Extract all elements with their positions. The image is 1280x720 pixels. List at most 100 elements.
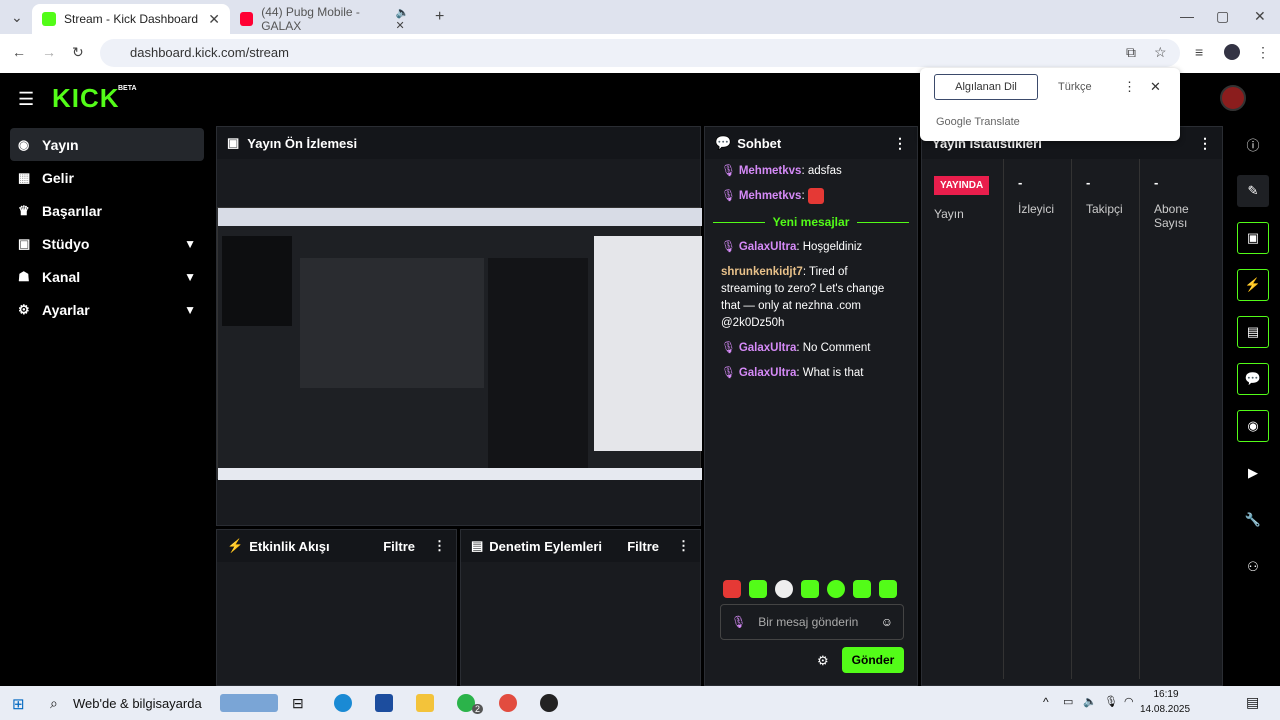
chat-username[interactable]: shrunkenkidjt7 [721, 266, 803, 278]
chat-settings-gear-icon[interactable]: ⚙ [817, 653, 829, 669]
tab-kick-dashboard[interactable]: Stream - Kick Dashboard ✕ [32, 4, 230, 34]
emote-icon[interactable] [801, 580, 819, 598]
task-view-icon[interactable]: ⊟ [292, 695, 304, 712]
activity-feed-panel: ⚡ Etkinlik Akışı Filtre ⋮ [216, 529, 457, 686]
mic-tray-icon[interactable]: 🎙 [1104, 695, 1118, 708]
studio-icon: ▣ [18, 235, 31, 251]
media-icon[interactable]: ≡ [1195, 44, 1203, 60]
filter-button[interactable]: Filtre [383, 539, 415, 554]
stream-preview-video[interactable] [217, 207, 702, 480]
emote-icon[interactable] [879, 580, 897, 598]
emote-icon[interactable] [749, 580, 767, 598]
search-icon[interactable]: ⌕ [50, 695, 58, 712]
chat-username[interactable]: Mehmetkvs [739, 165, 802, 177]
chat-toggle-icon[interactable]: 💬 [1237, 363, 1269, 395]
volume-icon[interactable]: 🔈 [1083, 695, 1097, 708]
clock-date[interactable]: 14.08.2025 [1140, 704, 1190, 715]
app-icon[interactable] [540, 694, 558, 712]
close-icon[interactable]: ✕ [1150, 79, 1161, 95]
chat-text: : adsfas [801, 165, 842, 177]
translate-icon[interactable]: ⧉ [1126, 44, 1136, 61]
share-icon[interactable]: ⚇ [1237, 551, 1269, 583]
mic-icon: 🎙 [721, 190, 736, 203]
more-options-icon[interactable]: ⋮ [433, 538, 446, 554]
broadcast-toggle-icon[interactable]: ◉ [1237, 410, 1269, 442]
hamburger-icon[interactable]: ☰ [18, 89, 34, 110]
sidebar-item-yayin[interactable]: ◉ Yayın [10, 128, 204, 161]
more-options-icon[interactable]: ⋮ [1198, 135, 1212, 152]
emote-icon[interactable] [723, 580, 741, 598]
user-avatar[interactable] [1220, 85, 1246, 111]
sidebar-item-kanal[interactable]: ☗ Kanal ▼ [10, 260, 204, 293]
windows-taskbar: ⊞ ⌕ Web'de & bilgisayarda ⊟ 2 ^ ▭ 🔈 🎙 ◠ … [0, 686, 1280, 720]
mic-icon: 🎙 [721, 241, 736, 254]
audio-icon[interactable]: 🔈 ✕ [395, 6, 420, 32]
tab-youtube[interactable]: (44) Pubg Mobile - GALAX 🔈 ✕ [230, 4, 430, 34]
emote-icon[interactable] [775, 580, 793, 598]
chat-message: 🎙 Mehmetkvs: adsfas [705, 159, 917, 184]
kick-logo[interactable]: KICK [52, 83, 120, 114]
emote-bar [723, 580, 897, 598]
emoji-icon[interactable]: ☺ [881, 615, 893, 629]
lightning-toggle-icon[interactable]: ⚡ [1237, 269, 1269, 301]
reload-icon[interactable]: ↻ [72, 44, 84, 61]
detected-language-tab[interactable]: Algılanan Dil [934, 74, 1038, 100]
camera-icon[interactable]: ▶ [1237, 457, 1269, 489]
widget-image[interactable] [220, 694, 278, 712]
clock-time[interactable]: 16:19 [1144, 689, 1188, 700]
windows-start-icon[interactable]: ⊞ [12, 695, 25, 713]
nav-label: Ayarlar [42, 301, 90, 318]
stats-columns: YAYINDA Yayın - İzleyici - Takipçi - Abo… [922, 159, 1222, 679]
preview-toggle-icon[interactable]: ▣ [1237, 222, 1269, 254]
broadcast-icon: ◉ [18, 136, 30, 152]
bookmark-star-icon[interactable]: ☆ [1154, 44, 1167, 61]
back-icon[interactable]: ← [12, 44, 26, 60]
emote-icon[interactable] [827, 580, 845, 598]
panel-header: ⚡ Etkinlik Akışı Filtre ⋮ [217, 530, 456, 562]
emote-icon[interactable] [853, 580, 871, 598]
chat-message-input[interactable]: 🎙 Bir mesaj gönderin ☺ [720, 604, 904, 640]
tray-chevron-icon[interactable]: ^ [1043, 695, 1049, 709]
taskbar-search-field[interactable]: Web'de & bilgisayarda [73, 696, 202, 711]
sidebar-item-gelir[interactable]: ▦ Gelir [10, 161, 204, 194]
close-tab-icon[interactable]: ✕ [208, 11, 220, 28]
battery-icon[interactable]: ▭ [1063, 695, 1073, 708]
wifi-icon[interactable]: ◠ [1124, 695, 1134, 708]
notes-toggle-icon[interactable]: ▤ [1237, 316, 1269, 348]
turkish-language-tab[interactable]: Türkçe [1058, 81, 1092, 93]
file-explorer-icon[interactable] [416, 694, 434, 712]
sidebar-item-ayarlar[interactable]: ⚙ Ayarlar ▼ [10, 293, 204, 326]
new-tab-icon[interactable]: + [435, 8, 444, 26]
wrench-icon[interactable]: 🔧 [1237, 504, 1269, 536]
more-options-icon[interactable]: ⋮ [677, 538, 690, 554]
forward-icon[interactable]: → [42, 44, 56, 60]
chrome-icon[interactable] [499, 694, 517, 712]
minimize-icon[interactable]: — [1180, 8, 1194, 24]
menu-icon[interactable]: ⋮ [1256, 44, 1270, 61]
chat-username[interactable]: GalaxUltra [739, 342, 797, 354]
filter-button[interactable]: Filtre [627, 539, 659, 554]
info-icon[interactable]: ⓘ [1237, 128, 1269, 160]
translate-options-icon[interactable]: ⋮ [1123, 79, 1136, 95]
edge-icon[interactable] [334, 694, 352, 712]
panel-header: ▣ Yayın Ön İzlemesi [217, 127, 700, 159]
edit-icon[interactable]: ✎ [1237, 175, 1269, 207]
send-button[interactable]: Gönder [842, 647, 904, 673]
beta-label: BETA [118, 85, 137, 92]
stat-label: Takipçi [1086, 202, 1123, 216]
close-window-icon[interactable]: ✕ [1254, 8, 1266, 25]
notifications-icon[interactable]: ▤ [1246, 694, 1259, 711]
more-options-icon[interactable]: ⋮ [893, 135, 907, 152]
chat-username[interactable]: GalaxUltra [739, 241, 797, 253]
profile-avatar[interactable] [1224, 44, 1240, 60]
url-field[interactable]: dashboard.kick.com/stream [100, 39, 1180, 67]
mic-icon: 🎙 [721, 165, 736, 177]
chat-username[interactable]: GalaxUltra [739, 367, 797, 379]
sidebar-item-basarilar[interactable]: ♛ Başarılar [10, 194, 204, 227]
chat-username[interactable]: Mehmetkvs [739, 190, 802, 202]
tab-search-icon[interactable]: ⌄ [11, 9, 23, 26]
store-icon[interactable] [375, 694, 393, 712]
sidebar-item-studyo[interactable]: ▣ Stüdyo ▼ [10, 227, 204, 260]
maximize-icon[interactable]: ▢ [1216, 8, 1229, 25]
panel-title: Sohbet [737, 135, 782, 151]
